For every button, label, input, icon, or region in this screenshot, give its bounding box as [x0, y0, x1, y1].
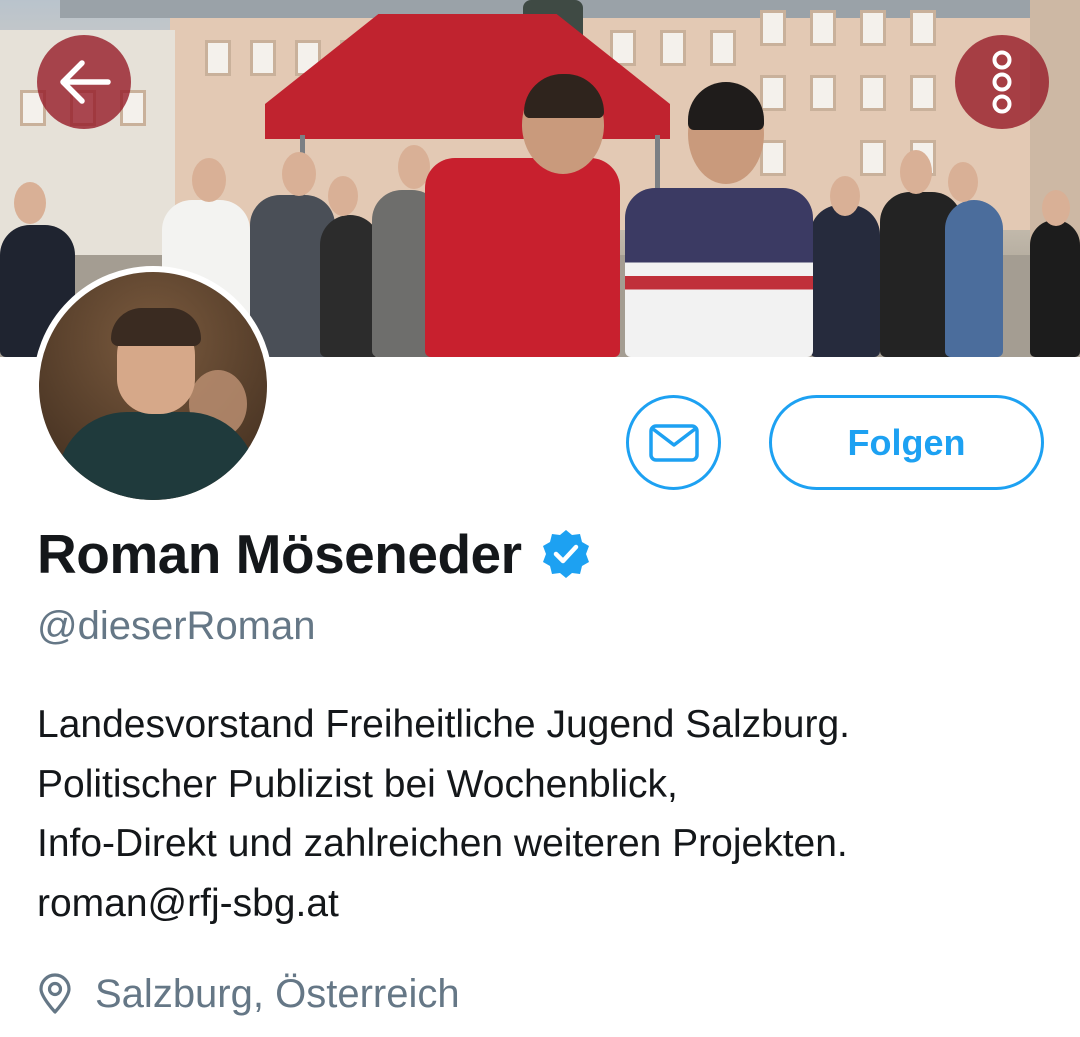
verified-badge-icon — [540, 528, 592, 580]
arrow-left-icon — [56, 59, 112, 105]
profile-handle: @dieserRoman — [37, 604, 316, 648]
bio-email: roman@rfj-sbg.at — [37, 881, 339, 925]
message-button[interactable] — [626, 395, 721, 490]
bio-line: Politischer Publizist bei Wochenblick, — [37, 762, 678, 806]
avatar[interactable] — [33, 266, 273, 506]
bio-line: Landesvorstand Freiheitliche Jugend Salz… — [37, 703, 851, 746]
profile-bio: Landesvorstand Freiheitliche Jugend Salz… — [37, 695, 1047, 933]
display-name: Roman Möseneder — [37, 523, 522, 585]
back-button[interactable] — [37, 35, 131, 129]
profile-name-row: Roman Möseneder — [37, 518, 592, 590]
envelope-icon — [648, 423, 699, 462]
location-text: Salzburg, Österreich — [95, 971, 460, 1016]
bio-line: Info-Direkt und zahlreichen weiteren Pro… — [37, 822, 848, 865]
follow-button[interactable]: Folgen — [769, 395, 1044, 490]
follow-button-label: Folgen — [847, 421, 966, 463]
more-vertical-icon — [990, 50, 1014, 114]
profile-location: Salzburg, Österreich — [37, 964, 460, 1024]
location-pin-icon — [37, 973, 73, 1015]
more-options-button[interactable] — [955, 35, 1049, 129]
